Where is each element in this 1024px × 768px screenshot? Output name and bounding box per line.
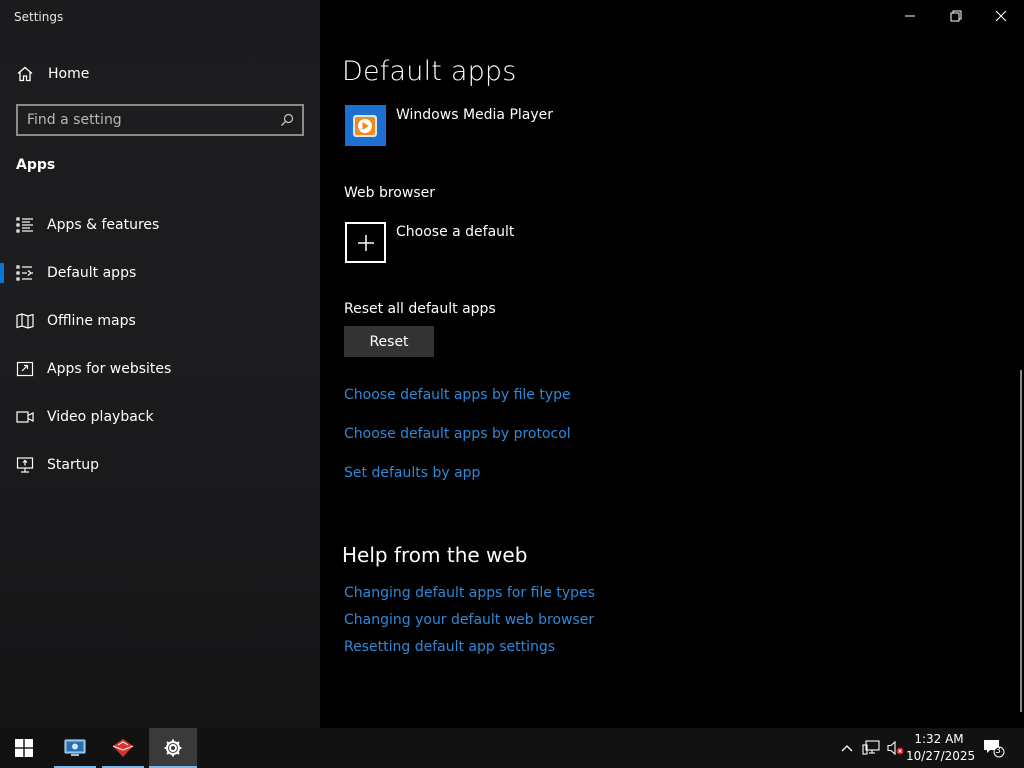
- clock[interactable]: 1:32 AM 10/27/2025: [906, 731, 976, 765]
- sidebar-item-offline-maps[interactable]: Offline maps: [0, 297, 320, 345]
- help-link-file-types[interactable]: Changing default apps for file types: [344, 585, 595, 601]
- home-nav-item[interactable]: Home: [16, 63, 89, 85]
- startup-icon: [16, 457, 34, 473]
- gear-icon: [164, 739, 182, 757]
- link-choose-by-file-type[interactable]: Choose default apps by file type: [344, 387, 571, 403]
- restore-button[interactable]: [933, 0, 979, 32]
- chevron-up-icon: [841, 745, 853, 752]
- clock-date: 10/27/2025: [906, 749, 976, 763]
- sidebar-item-label: Default apps: [47, 265, 137, 281]
- sidebar-item-startup[interactable]: Startup: [0, 441, 320, 489]
- offline-maps-icon: [16, 313, 34, 329]
- remote-desktop-icon: [64, 739, 86, 756]
- taskbar: 1:32 AM 10/27/2025 3: [0, 728, 1024, 768]
- sidebar-item-label: Video playback: [47, 409, 154, 425]
- toolbox-icon: [112, 739, 134, 757]
- clock-time: 1:32 AM: [914, 732, 964, 746]
- link-choose-by-protocol[interactable]: Choose default apps by protocol: [344, 426, 571, 442]
- video-player-default[interactable]: Windows Media Player: [345, 105, 553, 146]
- help-link-web-browser[interactable]: Changing your default web browser: [344, 612, 594, 628]
- web-browser-default[interactable]: Choose a default: [345, 222, 514, 263]
- apps-features-icon: [16, 217, 33, 233]
- sidebar-nav: Apps & features Default apps Offline map…: [0, 201, 320, 489]
- default-apps-icon: [16, 265, 33, 281]
- windows-media-player-icon: [345, 105, 386, 146]
- windows-logo-icon: [15, 739, 33, 757]
- taskbar-app-toolbox[interactable]: [102, 728, 144, 768]
- reset-label: Reset all default apps: [344, 301, 496, 317]
- sidebar: Settings Home Apps Apps & features: [0, 0, 320, 728]
- sidebar-item-video-playback[interactable]: Video playback: [0, 393, 320, 441]
- plus-icon: [345, 222, 386, 263]
- section-title: Apps: [16, 157, 56, 173]
- start-button[interactable]: [0, 728, 48, 768]
- scrollbar[interactable]: [1020, 370, 1022, 712]
- taskbar-app-remote-desktop[interactable]: [54, 728, 96, 768]
- sidebar-item-apps-for-websites[interactable]: Apps for websites: [0, 345, 320, 393]
- search-icon[interactable]: [280, 113, 294, 127]
- notification-count: 3: [995, 746, 1001, 756]
- close-icon: [995, 10, 1007, 22]
- search-input[interactable]: [18, 112, 280, 128]
- window-title: Settings: [14, 10, 64, 24]
- video-player-name: Windows Media Player: [396, 107, 554, 123]
- sidebar-item-label: Apps for websites: [47, 361, 172, 377]
- minimize-button[interactable]: [887, 0, 933, 32]
- restore-icon: [950, 10, 962, 22]
- network-icon: [862, 740, 880, 755]
- sidebar-item-label: Apps & features: [47, 217, 160, 233]
- apps-for-websites-icon: [16, 361, 34, 377]
- home-icon: [17, 66, 33, 82]
- sidebar-item-default-apps[interactable]: Default apps: [0, 249, 320, 297]
- action-center-button[interactable]: 3: [980, 728, 1008, 768]
- web-browser-choice: Choose a default: [396, 224, 515, 240]
- reset-button[interactable]: Reset: [344, 326, 434, 357]
- sidebar-item-label: Offline maps: [47, 313, 136, 329]
- web-browser-label: Web browser: [344, 185, 435, 201]
- content-pane: Default apps Windows Media Player Web br…: [320, 0, 1024, 728]
- home-label: Home: [48, 66, 90, 82]
- minimize-icon: [905, 15, 915, 17]
- volume-muted-icon: [887, 740, 904, 756]
- page-title: Default apps: [342, 56, 517, 87]
- help-title: Help from the web: [342, 543, 528, 567]
- taskbar-app-settings[interactable]: [149, 728, 197, 768]
- help-link-reset-settings[interactable]: Resetting default app settings: [344, 639, 555, 655]
- video-playback-icon: [16, 411, 34, 423]
- search-box[interactable]: [16, 104, 304, 136]
- show-hidden-icons-button[interactable]: [836, 728, 858, 768]
- link-set-defaults-by-app[interactable]: Set defaults by app: [344, 465, 480, 481]
- network-tray-button[interactable]: [860, 728, 882, 768]
- close-button[interactable]: [978, 0, 1024, 32]
- sidebar-item-apps-features[interactable]: Apps & features: [0, 201, 320, 249]
- sidebar-item-label: Startup: [47, 457, 99, 473]
- volume-tray-button[interactable]: [884, 728, 906, 768]
